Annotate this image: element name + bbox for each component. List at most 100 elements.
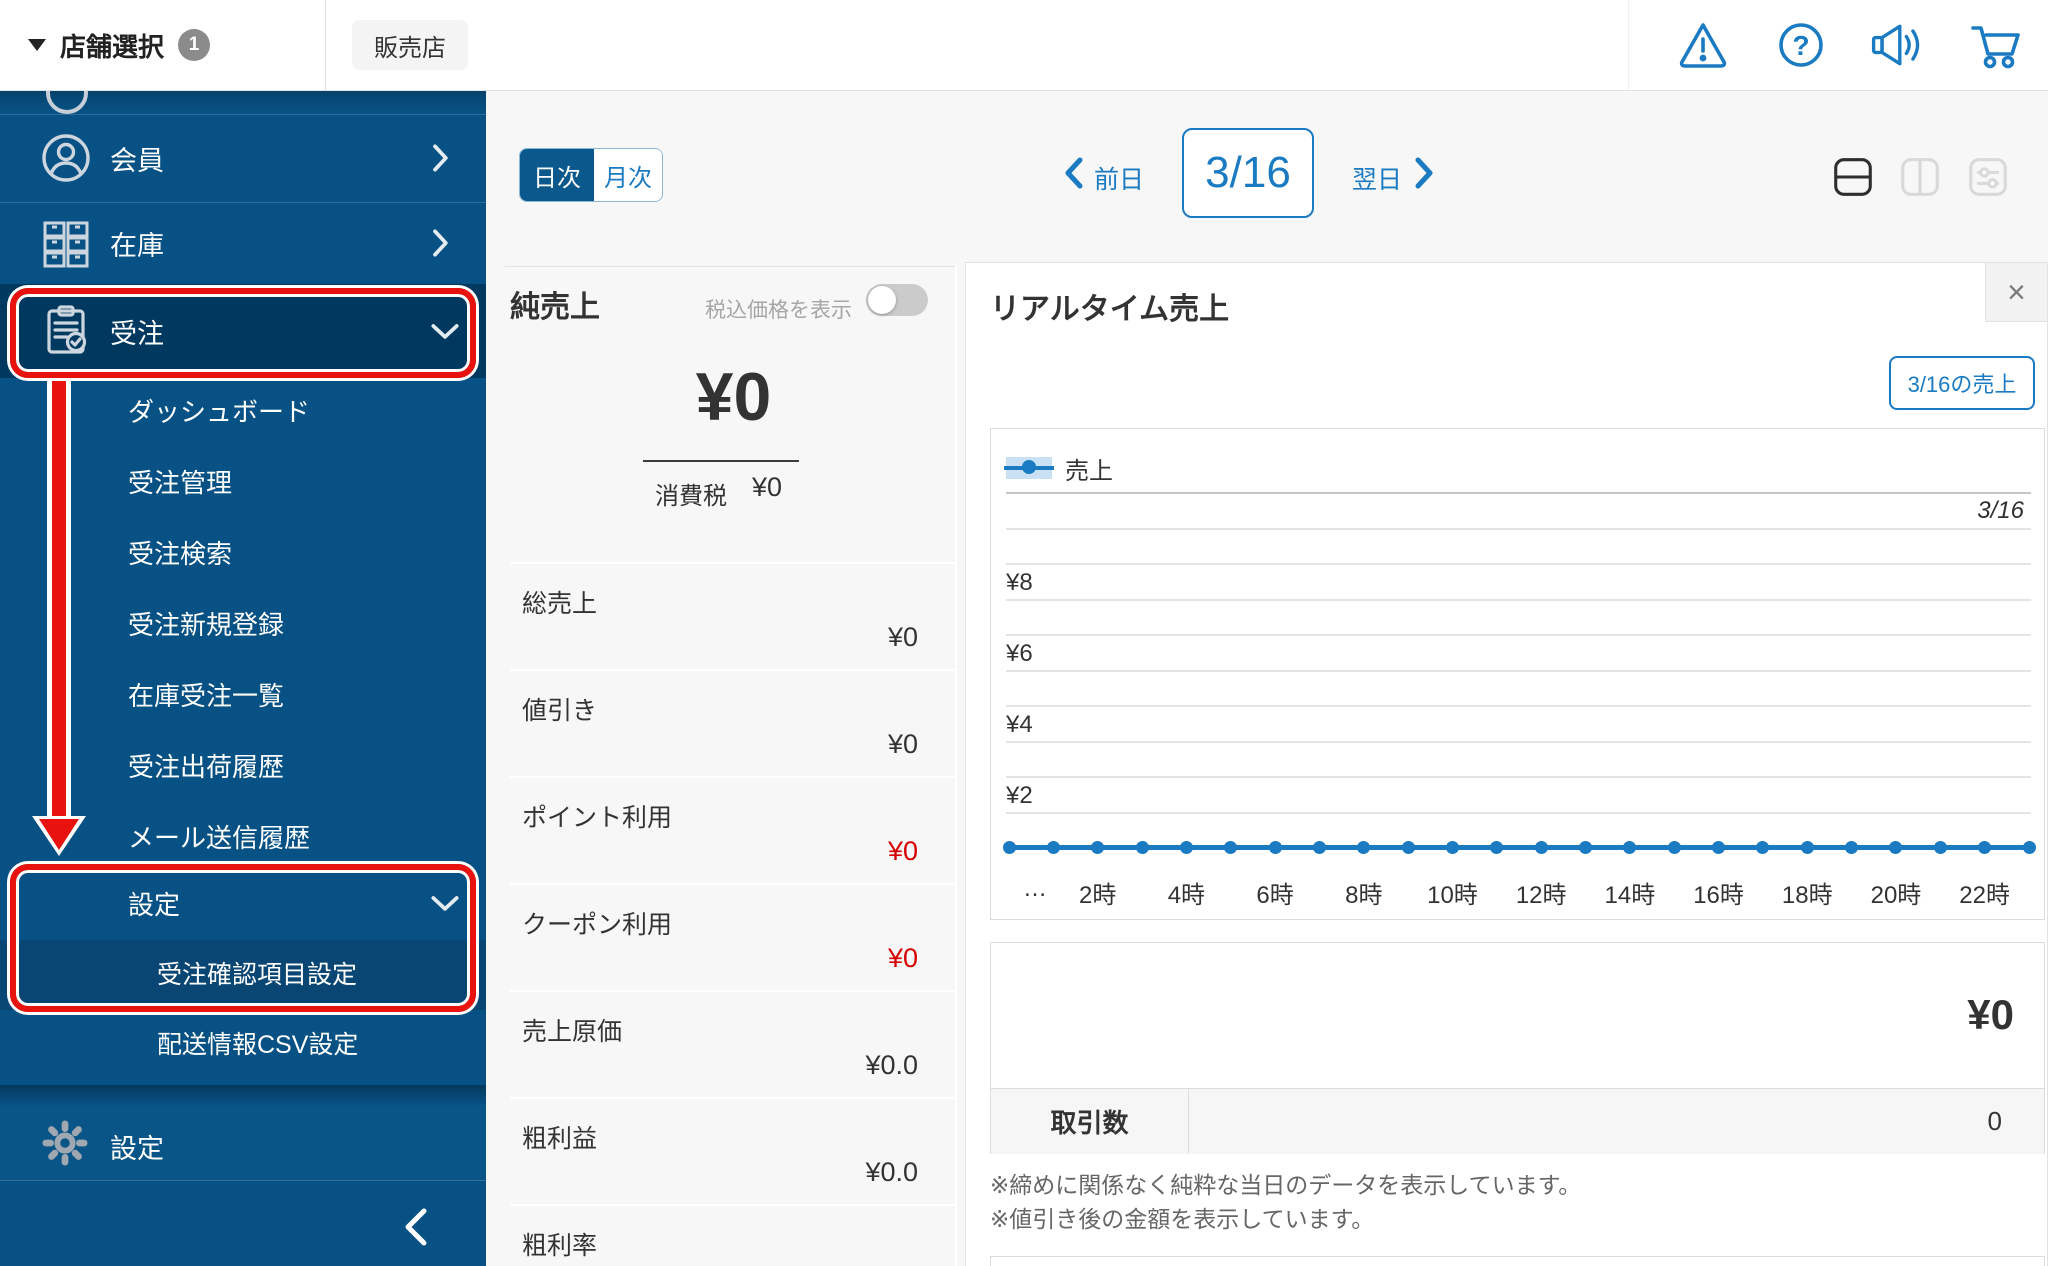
sidebar-subgroup-settings[interactable]: 設定 [0,866,486,940]
sidebar-subitem-order-new[interactable]: 受注新規登録 [0,589,486,661]
data-point [1401,840,1415,854]
alert-icon[interactable] [1676,18,1730,72]
stat-label: 粗利率 [522,1232,598,1260]
chevron-right-icon [430,228,450,258]
prev-day-button[interactable]: 前日 [1094,160,1144,196]
sidebar-subitem-shipping-history[interactable]: 受注出荷履歴 [0,731,486,803]
app-header: 店舗選択 1 販売店 ? [0,0,2048,91]
sidebar-subitem-order-management[interactable]: 受注管理 [0,447,486,519]
data-point [1135,840,1149,854]
stat-value: ¥0.0 [865,1050,918,1080]
data-point [1002,840,1016,854]
date-selector[interactable]: 3/16 [1182,128,1314,218]
data-point [1224,840,1238,854]
stat-value: ¥0 [887,622,918,652]
sidebar-item-label: 在庫 [110,230,164,261]
app-root: 店舗選択 1 販売店 ? 会員 在庫 受注 ダッシュボード 受注管理 受注検索 … [0,0,2048,1266]
transaction-count-row: 取引数 0 [991,1088,2044,1154]
data-point [1978,840,1992,854]
data-point [1268,840,1282,854]
legend-label: 売上 [1065,458,1113,485]
stat-row-coupons-used: クーポン利用 ¥0 [510,883,956,990]
sidebar-item-orders[interactable]: 受注 [0,284,486,378]
header-divider [325,0,326,90]
stat-row-gross-sales: 総売上 ¥0 [510,562,956,669]
store-count-badge: 1 [178,29,211,61]
data-point [1357,840,1371,854]
sidebar-subitem-stock-orders[interactable]: 在庫受注一覧 [0,660,486,732]
sidebar-item-members[interactable]: 会員 [0,114,486,202]
data-point [1579,840,1593,854]
gridline [1006,669,2031,672]
monthly-toggle-button[interactable]: 月次 [594,149,662,201]
sidebar-item-inventory[interactable]: 在庫 [0,202,486,284]
sidebar: 会員 在庫 受注 ダッシュボード 受注管理 受注検索 受注新規登録 在庫受注一覧… [0,90,486,1266]
x-axis-tick: 22時 [1959,882,2010,909]
display-settings-sliders-icon[interactable] [1968,157,2008,197]
gridline [1006,776,2031,778]
stats-top-border [505,266,957,267]
inventory-icon [40,218,92,270]
tax-included-toggle[interactable] [866,284,928,316]
x-axis-tick: 12時 [1515,882,1567,909]
stat-label: 値引き [522,697,598,725]
gear-icon [42,1120,88,1166]
help-icon[interactable]: ? [1774,18,1828,72]
chevron-down-icon [430,321,460,341]
sidebar-item-settings[interactable]: 設定 [0,1105,486,1180]
sidebar-subitem-delivery-csv-settings[interactable]: 配送情報CSV設定 [0,1010,486,1080]
store-select-label: 店舗選択 [60,31,165,62]
next-day-button[interactable]: 翌日 [1352,160,1402,196]
x-axis-tick: 6時 [1256,882,1294,909]
sales-chart: 売上 3/16 ¥8 ¥6 ¥4 ¥2… 2時 4時 6時 8時 10時 12時 14時 16時 18時… [990,428,2045,920]
data-point [1046,840,1060,854]
legend-dot-marker [1022,460,1036,474]
daily-toggle-button[interactable]: 日次 [520,149,594,201]
order-clipboard-icon [40,304,92,356]
x-axis-tick: 10時 [1427,882,1478,909]
chart-date-annotation: 3/16 [1977,497,2024,524]
submenu-shadow [0,1085,486,1105]
sidebar-item-label: 設定 [110,1134,164,1164]
x-axis-tick: 20時 [1870,882,1922,909]
vertical-split-layout-icon[interactable] [1900,157,1940,197]
period-toggle: 日次 月次 [519,148,663,202]
data-point [1712,840,1726,854]
close-icon[interactable]: × [1985,263,2047,322]
x-axis-tick: 16時 [1693,882,1744,909]
y-axis-tick: ¥8 [1006,569,1033,596]
sidebar-collapse-icon[interactable] [398,1205,442,1249]
net-sales-divider [643,460,799,462]
prev-day-chevron-icon[interactable] [1062,156,1090,190]
footnote: ※値引き後の金額を表示しています。 [990,1206,1375,1232]
sidebar-subitem-dashboard[interactable]: ダッシュボード [0,376,486,448]
sidebar-subitem-order-search[interactable]: 受注検索 [0,518,486,590]
gridline [1006,634,2031,636]
data-point [1667,840,1681,854]
gridline [1006,598,2031,601]
y-axis-tick: ¥4 [1006,711,1033,738]
transaction-count-label: 取引数 [991,1089,1189,1154]
sidebar-subitem-order-confirm-settings[interactable]: 受注確認項目設定 [0,940,486,1010]
data-point [1445,840,1459,854]
store-select-dropdown[interactable]: 店舗選択 1 [28,0,211,90]
next-day-chevron-icon[interactable] [1412,156,1440,190]
data-point [1889,840,1903,854]
footnote: ※締めに関係なく純粋な当日のデータを表示しています。 [990,1172,1582,1198]
cart-icon[interactable] [1968,18,2022,72]
data-point [1756,840,1770,854]
stat-label: 粗利益 [522,1125,598,1153]
data-point [1534,840,1548,854]
horizontal-split-layout-icon[interactable] [1833,157,1873,197]
data-point [1933,840,1947,854]
x-axis-tick: 18時 [1781,882,1833,909]
tax-toggle-label: 税込価格を表示 [705,299,852,322]
sidebar-item-label: 受注 [110,318,164,349]
data-point [1091,840,1105,854]
store-tab[interactable]: 販売店 [352,20,468,70]
next-panel-peek [990,1256,2045,1266]
y-axis-tick: ¥2 [1006,782,1033,809]
megaphone-icon[interactable] [1868,18,1922,72]
date-sales-button[interactable]: 3/16の売上 [1889,356,2035,410]
x-axis-tick: 4時 [1167,882,1206,909]
